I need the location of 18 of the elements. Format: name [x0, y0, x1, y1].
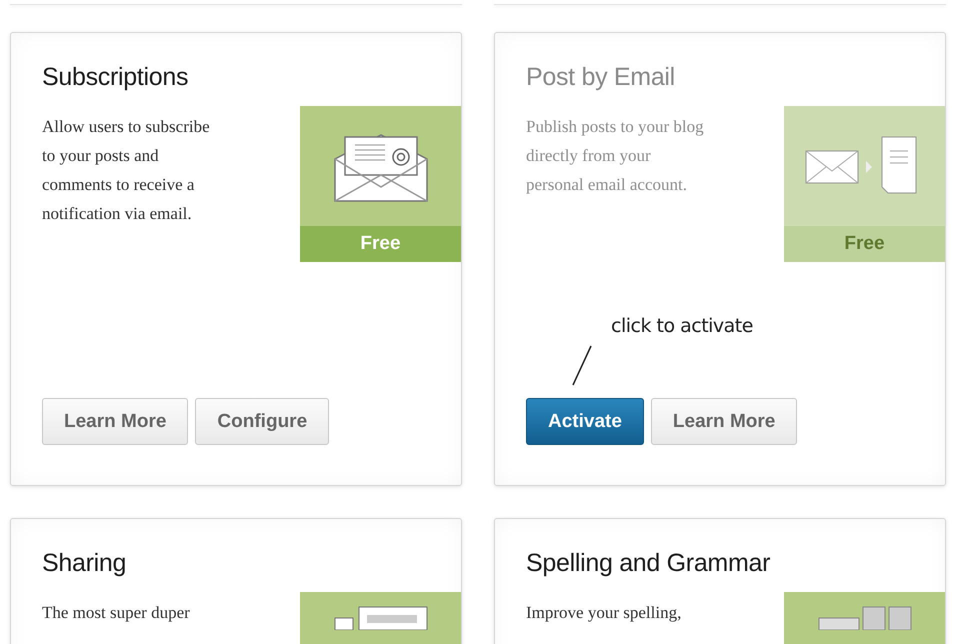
document-icon	[332, 606, 428, 630]
price-label: Free	[784, 226, 945, 262]
module-title: Post by Email	[526, 63, 675, 92]
leader-line	[571, 345, 593, 387]
module-description: The most super duper	[42, 602, 191, 624]
module-button[interactable]: Configure	[195, 398, 330, 445]
module-title: Spelling and Grammar	[526, 549, 770, 578]
annotation-note: click to activate	[611, 315, 753, 337]
activate-button[interactable]: Activate	[526, 398, 644, 445]
module-description: Improve your spelling,	[526, 602, 682, 624]
module-button[interactable]: Learn More	[650, 398, 798, 445]
module-description: Allow users to subscribe to your posts and comments to receive a notification via email.	[42, 116, 211, 225]
module-title: Subscriptions	[42, 63, 188, 92]
grid-icon	[816, 606, 912, 630]
price-label: Free	[300, 226, 461, 262]
module-button[interactable]: Learn More	[42, 398, 188, 445]
module-description: Publish posts to your blog directly from your personal email account.	[526, 116, 704, 196]
module-title: Sharing	[42, 549, 126, 578]
